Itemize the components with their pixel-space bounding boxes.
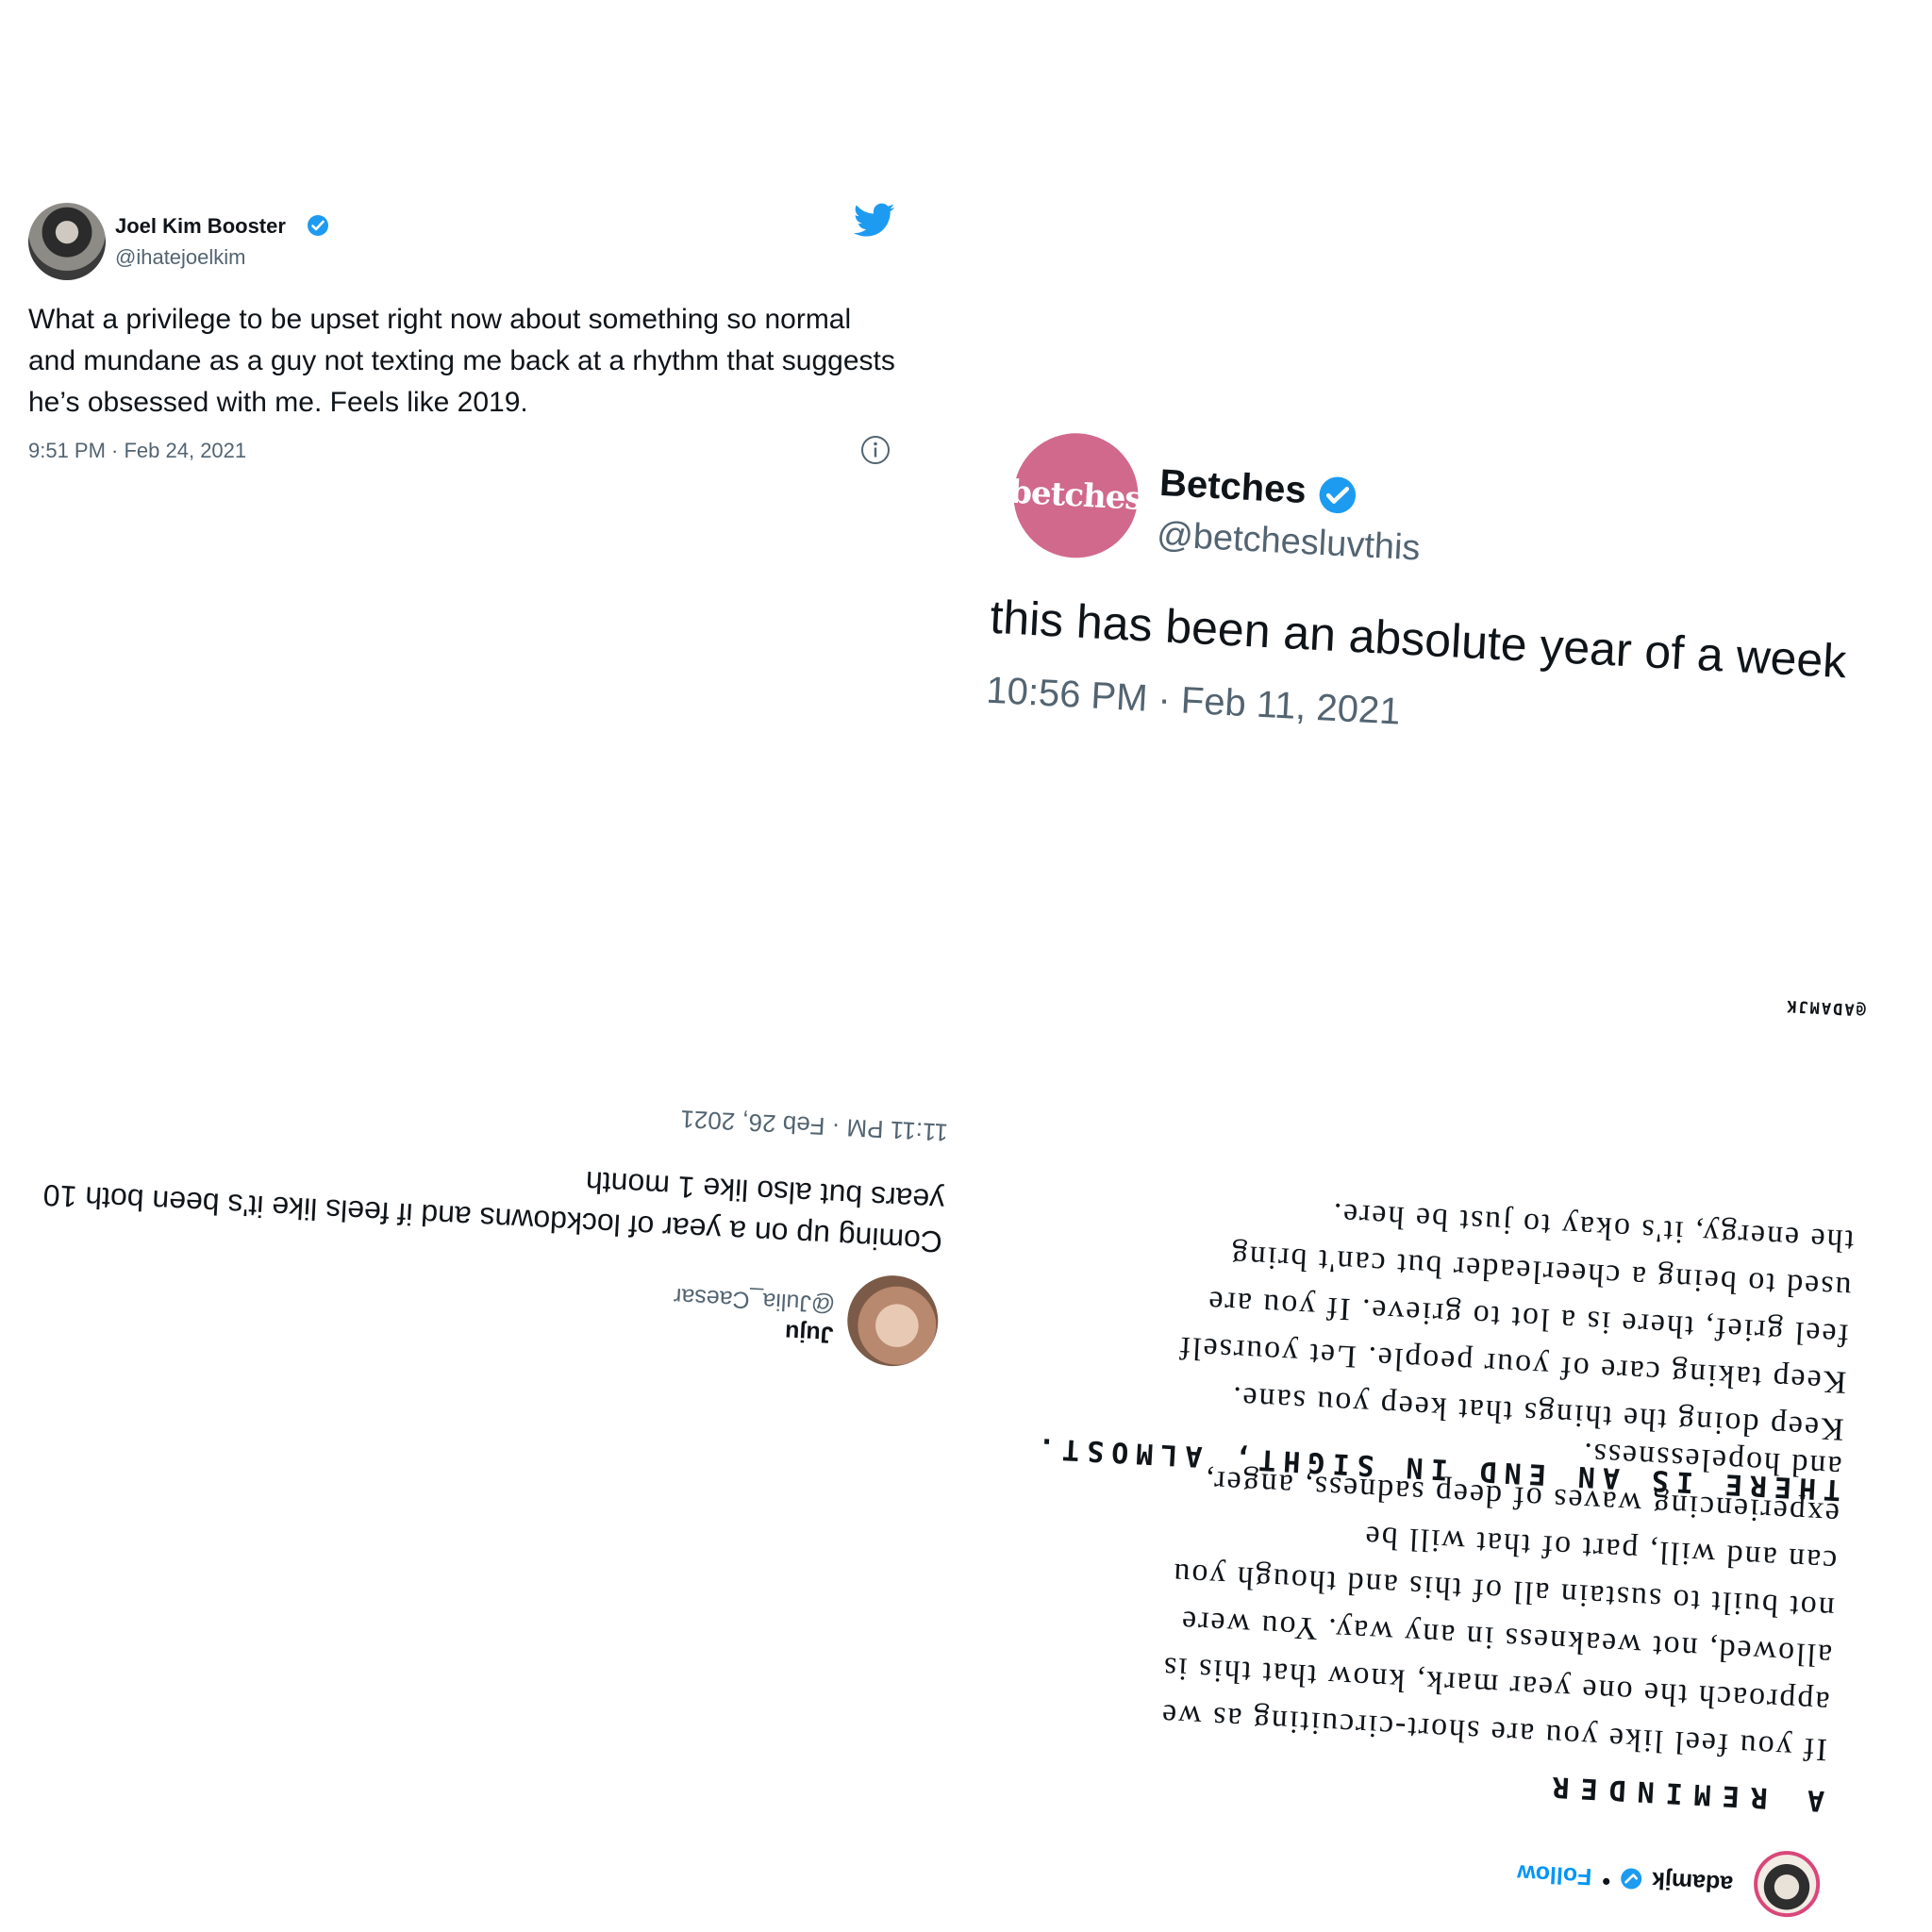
post-credit: @ADAMJK <box>1784 995 1867 1020</box>
author-name[interactable]: Joel Kim Booster <box>115 214 286 239</box>
separator-dot: • <box>1601 1867 1611 1895</box>
post-paragraph: Keep doing the things that keep you sane… <box>1176 1195 1855 1447</box>
tweet-juju: Juju @Julia_Caesar Coming up on a year o… <box>8 1046 950 1369</box>
avatar[interactable]: betches <box>1008 429 1143 561</box>
tweet-betches: betches Betches @betchesluvthis this has… <box>984 429 1905 788</box>
verified-badge-icon <box>1317 475 1358 521</box>
verified-badge-icon <box>307 214 329 242</box>
author-name[interactable]: Juju <box>784 1318 834 1348</box>
author-handle[interactable]: @Julia_Caesar <box>673 1282 836 1318</box>
author-handle[interactable]: @betchesluvthis <box>1156 515 1421 570</box>
avatar-logo-text: betches <box>1008 473 1143 518</box>
verified-badge-icon <box>1620 1862 1643 1890</box>
post-heading: A REMINDER <box>1540 1769 1825 1818</box>
tweet-text: this has been an absolute year of a week <box>989 590 1848 689</box>
tweet-text: What a privilege to be upset right now a… <box>28 304 895 418</box>
info-icon[interactable] <box>860 435 891 470</box>
username[interactable]: adamjk <box>1651 1866 1734 1897</box>
tweet-joel: Joel Kim Booster @ihatejoelkim What a pr… <box>28 203 906 486</box>
avatar[interactable] <box>1752 1849 1822 1919</box>
follow-button[interactable]: Follow <box>1516 1858 1592 1890</box>
instagram-post: adamjk • Follow A REMINDER If you feel l… <box>1029 902 1869 1919</box>
tweet-timestamp[interactable]: 11:11 PM · Feb 26, 2021 <box>680 1104 949 1147</box>
avatar[interactable] <box>844 1273 941 1369</box>
avatar[interactable] <box>28 203 106 280</box>
author-name[interactable]: Betches <box>1158 462 1307 512</box>
author-handle[interactable]: @ihatejoelkim <box>115 245 246 270</box>
tweet-timestamp[interactable]: 10:56 PM · Feb 11, 2021 <box>985 670 1401 734</box>
twitter-bird-icon[interactable] <box>853 203 895 243</box>
tweet-text: Coming up on a year of lockdowns and if … <box>42 1164 945 1259</box>
tweet-timestamp[interactable]: 9:51 PM · Feb 24, 2021 <box>28 439 246 463</box>
